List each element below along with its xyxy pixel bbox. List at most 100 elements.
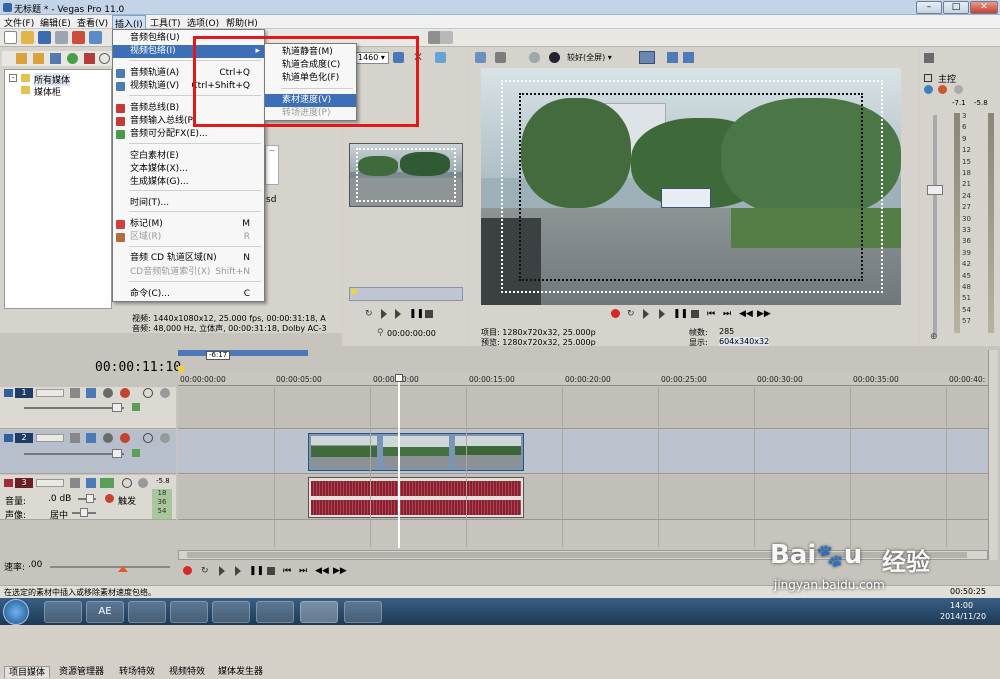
taskbar-ae-icon[interactable]: AE	[86, 601, 124, 623]
record-icon[interactable]	[183, 566, 192, 575]
pause-icon[interactable]: ❚❚	[673, 309, 688, 319]
track-settings-icon[interactable]	[105, 494, 114, 503]
capture-icon[interactable]	[33, 53, 44, 64]
track-level-slider[interactable]	[24, 453, 124, 455]
track-expand-icon[interactable]	[4, 479, 13, 487]
tree-item-all-media[interactable]: - 所有媒体	[9, 73, 99, 86]
open-icon[interactable]	[21, 31, 34, 44]
track-level-handle[interactable]	[112, 449, 122, 458]
track-level-handle[interactable]	[112, 403, 122, 412]
import-icon[interactable]	[16, 53, 27, 64]
loop-region-bar[interactable]	[178, 350, 308, 356]
undo-icon[interactable]	[89, 31, 102, 44]
minimize-button[interactable]: –	[916, 1, 942, 14]
loop-icon[interactable]: ↻	[201, 566, 211, 576]
stop-icon[interactable]	[425, 310, 433, 318]
pause-icon[interactable]: ❚❚	[249, 566, 264, 576]
properties-icon[interactable]	[55, 31, 68, 44]
split-screen-icon[interactable]	[549, 52, 560, 63]
insert-menu-item[interactable]: 标记(M) M	[113, 218, 264, 231]
previous-frame-icon[interactable]: ⏮	[707, 309, 717, 319]
next-frame-icon[interactable]: ▶▶	[333, 566, 347, 576]
envelope-icon[interactable]	[132, 403, 140, 411]
close-button[interactable]: ✕	[970, 1, 998, 14]
timeline-ruler[interactable]: 00:00:00:00 00:00:05:00 00:00:10:00 00:0…	[178, 372, 988, 386]
next-frame-icon[interactable]: ⏭	[723, 309, 733, 319]
overlays-icon[interactable]	[639, 51, 655, 64]
track-expand-icon[interactable]	[4, 434, 13, 442]
play-from-start-icon[interactable]	[643, 309, 649, 319]
copy-snapshot-icon[interactable]	[667, 52, 678, 63]
fx-icon[interactable]	[924, 85, 933, 94]
playhead-cursor[interactable]	[398, 374, 400, 548]
trimmer-timeline[interactable]	[349, 287, 463, 301]
pin-icon[interactable]: ⚲	[377, 328, 384, 338]
menu-options[interactable]: 选项(O)	[187, 16, 219, 29]
solo-icon[interactable]	[138, 478, 148, 488]
track-motion-icon[interactable]	[70, 388, 80, 398]
timeline-horizontal-scrollbar[interactable]	[178, 550, 988, 560]
insert-menu-item[interactable]: 文本媒体(X)...	[113, 163, 264, 176]
track-header-3[interactable]: 3 -5.8 音量: .0 dB 触发 声像: 居中 18 36 54	[0, 475, 176, 521]
taskbar-notes-icon[interactable]	[256, 601, 294, 623]
mute-icon[interactable]	[143, 433, 153, 443]
tree-item-media-bins[interactable]: 媒体柜	[9, 85, 99, 98]
composite-icon[interactable]	[103, 433, 113, 443]
play-icon[interactable]	[659, 309, 665, 319]
previous-frame-icon[interactable]: ◀◀	[315, 566, 329, 576]
route-icon[interactable]	[100, 478, 114, 488]
play-icon[interactable]	[395, 309, 401, 319]
insert-menu-item[interactable]: 音频 CD 轨道区域(N) N	[113, 252, 264, 265]
audio-clip[interactable]	[308, 477, 524, 518]
web-icon[interactable]	[50, 53, 61, 64]
menu-help[interactable]: 帮助(H)	[226, 16, 258, 29]
insert-menu-item[interactable]: CD音频轨道索引(X) Shift+N	[113, 266, 264, 279]
external-monitor-icon[interactable]	[495, 52, 506, 63]
pan-handle[interactable]	[80, 508, 88, 517]
render-icon[interactable]	[72, 31, 85, 44]
track-invert-icon[interactable]	[70, 478, 80, 488]
taskbar-nvidia-icon[interactable]	[44, 601, 82, 623]
track-lane-3[interactable]	[178, 475, 988, 520]
stop-icon[interactable]	[691, 310, 699, 318]
track-name-field[interactable]	[36, 434, 64, 442]
insert-menu-item[interactable]: 生成媒体(G)...	[113, 176, 264, 189]
envelope-icon[interactable]	[132, 449, 140, 457]
mute-icon[interactable]	[143, 388, 153, 398]
loop-icon[interactable]: ↻	[365, 309, 375, 319]
refresh-icon[interactable]	[67, 53, 78, 64]
taskbar-vegas-icon[interactable]	[300, 601, 338, 623]
taskbar-app-icon[interactable]	[170, 601, 208, 623]
media-thumbnail[interactable]: ~	[265, 145, 279, 185]
menu-file[interactable]: 文件(F)	[4, 16, 34, 29]
rate-slider[interactable]	[50, 566, 170, 568]
insert-menu-item[interactable]: 命令(C)... C	[113, 288, 264, 301]
track-header-2[interactable]: 2	[0, 430, 176, 474]
new-icon[interactable]	[4, 31, 17, 44]
pause-icon[interactable]: ❚❚	[409, 309, 424, 319]
touch-mode-label[interactable]: 触发	[118, 494, 136, 507]
start-button[interactable]	[3, 599, 29, 625]
save-snapshot-icon[interactable]	[683, 52, 694, 63]
loop-icon[interactable]: ↻	[627, 309, 637, 319]
track-fx-icon[interactable]	[86, 388, 96, 398]
timeline-vertical-scrollbar[interactable]	[988, 350, 998, 560]
menu-view[interactable]: 查看(V)	[77, 16, 108, 29]
tab-video-fx[interactable]: 视频特效	[165, 666, 209, 678]
video-clip[interactable]	[308, 433, 524, 471]
track-fx-icon[interactable]	[86, 478, 96, 488]
solo-icon[interactable]	[954, 85, 963, 94]
track-settings-icon[interactable]	[120, 433, 130, 443]
tab-media-generators[interactable]: 媒体发生器	[214, 666, 267, 678]
go-to-end-icon[interactable]: ⏭	[299, 566, 309, 576]
fx-icon[interactable]	[529, 52, 540, 63]
taskbar-browser-icon[interactable]	[128, 601, 166, 623]
insert-menu-item[interactable]: 时间(T)...	[113, 197, 264, 210]
tab-transitions[interactable]: 转场特效	[115, 666, 159, 678]
lock-icon[interactable]: ⊕	[930, 332, 938, 342]
taskbar-explorer-icon[interactable]	[212, 601, 250, 623]
playhead-handle[interactable]	[395, 374, 403, 382]
composite-icon[interactable]	[103, 388, 113, 398]
tab-explorer[interactable]: 资源管理器	[55, 666, 108, 678]
master-fader-handle[interactable]	[927, 185, 943, 195]
